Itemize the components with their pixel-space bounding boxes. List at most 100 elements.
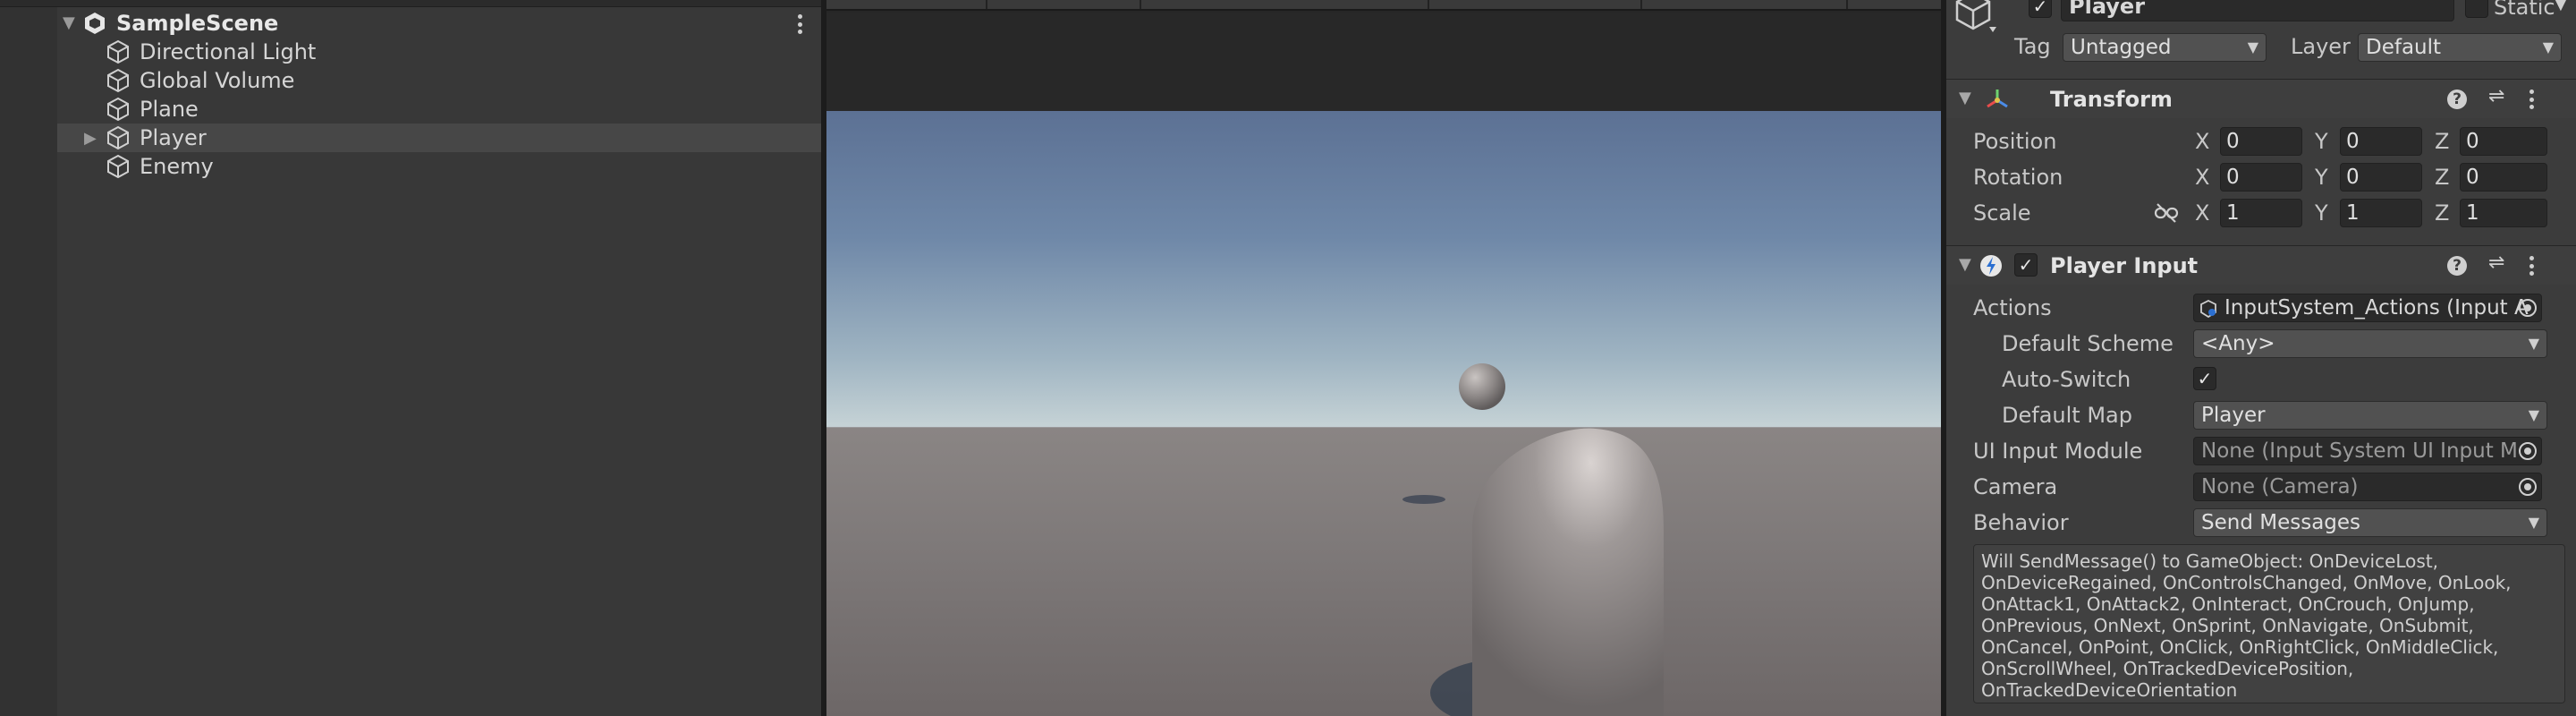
scene-objects (1402, 363, 1664, 716)
actions-value: InputSystem_Actions (Input A (2224, 296, 2529, 320)
hierarchy-item-enemy[interactable]: Enemy (57, 152, 821, 181)
hierarchy-item-label: Global Volume (140, 68, 295, 93)
foldout-expanded-icon[interactable]: ▼ (1959, 89, 1971, 107)
help-icon[interactable]: ? (2447, 256, 2467, 276)
input-actions-asset-icon (2200, 300, 2216, 318)
default-map-label: Default Map (2002, 403, 2132, 428)
hierarchy-item-label: Player (140, 125, 207, 150)
static-dropdown-icon[interactable]: ▼ (2555, 0, 2567, 13)
rotation-z-field[interactable]: 0 (2460, 163, 2547, 192)
position-x-field[interactable]: 0 (2220, 127, 2302, 156)
help-icon[interactable]: ? (2447, 90, 2467, 109)
default-scheme-dropdown[interactable]: <Any> ▼ (2193, 329, 2547, 358)
foldout-collapsed-icon[interactable]: ▶ (84, 129, 97, 148)
gameobject-cube-icon (107, 97, 129, 122)
hierarchy-toolbar (0, 0, 821, 7)
tag-label: Tag (2014, 34, 2051, 59)
toolbar-separator (1428, 0, 1429, 9)
enemy-shadow (1402, 495, 1445, 504)
player-input-header[interactable]: ▼ ✓ Player Input ? ⇌ (1946, 245, 2576, 285)
chevron-down-icon: ▼ (2528, 514, 2539, 531)
scale-z-field[interactable]: 1 (2460, 199, 2547, 227)
object-picker-icon[interactable] (2519, 299, 2537, 317)
hierarchy-panel: ▼ SampleScene Directional Light Global V… (0, 0, 821, 716)
game-view-toolbar (826, 0, 1941, 11)
static-label: Static (2494, 0, 2555, 20)
transform-icon (1987, 90, 2008, 108)
toolbar-separator (1140, 0, 1141, 9)
player-capsule (1472, 428, 1664, 716)
gameobject-cube-icon (107, 154, 129, 179)
scale-x-field[interactable]: 1 (2220, 199, 2302, 227)
hierarchy-gutter (0, 7, 57, 716)
presets-icon[interactable]: ⇌ (2488, 251, 2504, 274)
inspector-panel: ✓ Player Static ▼ Tag Untagged ▼ Layer D… (1946, 0, 2576, 716)
behavior-help-box: Will SendMessage() to GameObject: OnDevi… (1973, 544, 2565, 703)
active-checkbox[interactable]: ✓ (2029, 0, 2052, 18)
object-picker-icon[interactable] (2519, 478, 2537, 496)
hierarchy-item-label: Enemy (140, 154, 214, 179)
actions-label: Actions (1973, 295, 2052, 320)
actions-object-field[interactable]: InputSystem_Actions (Input A (2193, 294, 2542, 322)
lightning-icon (1980, 255, 2002, 277)
axis-z-label: Z (2435, 200, 2450, 226)
presets-icon[interactable]: ⇌ (2488, 85, 2504, 107)
transform-title: Transform (2050, 87, 2173, 112)
default-map-value: Player (2201, 404, 2266, 427)
game-view[interactable] (826, 0, 1941, 716)
hierarchy-item-player[interactable]: ▶ Player (57, 124, 821, 152)
behavior-value: Send Messages (2201, 511, 2361, 534)
axis-x-label: X (2195, 200, 2210, 226)
foldout-expanded-icon[interactable]: ▼ (63, 13, 75, 32)
camera-field[interactable]: None (Camera) (2193, 473, 2542, 501)
unity-scene-icon (85, 13, 105, 34)
hierarchy-item-directional-light[interactable]: Directional Light (57, 38, 821, 66)
toolbar-separator (1846, 0, 1848, 9)
component-menu-icon[interactable] (2528, 256, 2535, 276)
gameobject-cube-icon (107, 125, 129, 150)
component-menu-icon[interactable] (2528, 90, 2535, 109)
ui-input-module-field[interactable]: None (Input System UI Input M (2193, 437, 2542, 465)
chevron-down-icon: ▼ (2528, 406, 2539, 423)
hierarchy-item-label: Directional Light (140, 39, 317, 64)
scale-y-field[interactable]: 1 (2340, 199, 2422, 227)
unlink-icon[interactable] (2154, 202, 2179, 224)
auto-switch-checkbox[interactable]: ✓ (2193, 367, 2216, 390)
default-scheme-label: Default Scheme (2002, 331, 2174, 356)
axis-y-label: Y (2315, 129, 2328, 154)
transform-header[interactable]: ▼ Transform ? ⇌ (1946, 79, 2576, 118)
axis-y-label: Y (2315, 200, 2328, 226)
rotation-x-field[interactable]: 0 (2220, 163, 2302, 192)
layer-dropdown[interactable]: Default ▼ (2358, 33, 2562, 62)
static-checkbox[interactable] (2465, 0, 2488, 18)
tag-value: Untagged (2071, 36, 2172, 59)
behavior-dropdown[interactable]: Send Messages ▼ (2193, 508, 2547, 537)
hierarchy-scene-row[interactable]: ▼ SampleScene (57, 9, 821, 38)
ui-input-module-label: UI Input Module (1973, 439, 2143, 464)
hierarchy-item-global-volume[interactable]: Global Volume (57, 66, 821, 95)
foldout-expanded-icon[interactable]: ▼ (1959, 255, 1971, 274)
gameobject-cube-icon (107, 39, 129, 64)
toolbar-separator (986, 0, 987, 9)
position-z-field[interactable]: 0 (2460, 127, 2547, 156)
layer-label: Layer (2291, 34, 2351, 59)
position-label: Position (1973, 129, 2057, 154)
layer-value: Default (2366, 36, 2442, 59)
scene-menu-icon[interactable] (791, 14, 809, 34)
rotation-y-field[interactable]: 0 (2340, 163, 2422, 192)
hierarchy-item-plane[interactable]: Plane (57, 95, 821, 124)
scale-label: Scale (1973, 200, 2031, 226)
player-input-title: Player Input (2050, 253, 2199, 278)
tag-dropdown[interactable]: Untagged ▼ (2063, 33, 2267, 62)
hierarchy-item-label: Plane (140, 97, 199, 122)
object-picker-icon[interactable] (2519, 442, 2537, 460)
position-y-field[interactable]: 0 (2340, 127, 2422, 156)
gameobject-icon (1955, 0, 1996, 32)
component-enabled-checkbox[interactable]: ✓ (2014, 253, 2038, 277)
default-map-dropdown[interactable]: Player ▼ (2193, 401, 2547, 430)
object-name-input[interactable]: Player (2061, 0, 2454, 21)
chevron-down-icon: ▼ (2528, 335, 2539, 352)
axis-x-label: X (2195, 165, 2210, 190)
auto-switch-label: Auto-Switch (2002, 367, 2131, 392)
toolbar-separator (1640, 0, 1642, 9)
